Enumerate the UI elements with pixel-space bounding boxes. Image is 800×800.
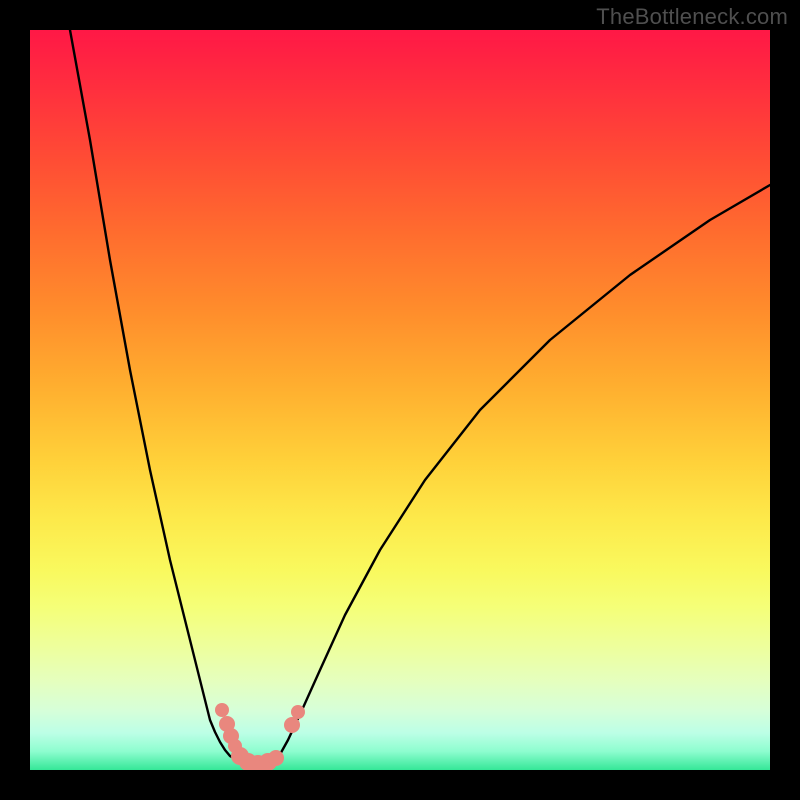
curve-marker bbox=[291, 705, 305, 719]
bottleneck-curve-line bbox=[70, 30, 770, 763]
chart-frame: TheBottleneck.com bbox=[0, 0, 800, 800]
watermark-text: TheBottleneck.com bbox=[596, 4, 788, 30]
curve-marker bbox=[268, 750, 284, 766]
curve-marker bbox=[284, 717, 300, 733]
curve-marker bbox=[215, 703, 229, 717]
bottleneck-curve bbox=[30, 30, 770, 770]
plot-area bbox=[30, 30, 770, 770]
